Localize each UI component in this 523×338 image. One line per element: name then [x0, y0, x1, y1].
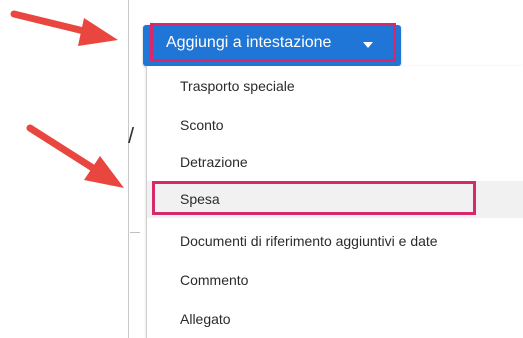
- arrow-to-spesa-icon: [26, 124, 124, 188]
- annotation-arrows: [10, 10, 124, 188]
- arrow-to-button-icon: [10, 10, 118, 46]
- screenshot-stage: / Aggiungi a intestazione Trasporto spec…: [0, 0, 523, 338]
